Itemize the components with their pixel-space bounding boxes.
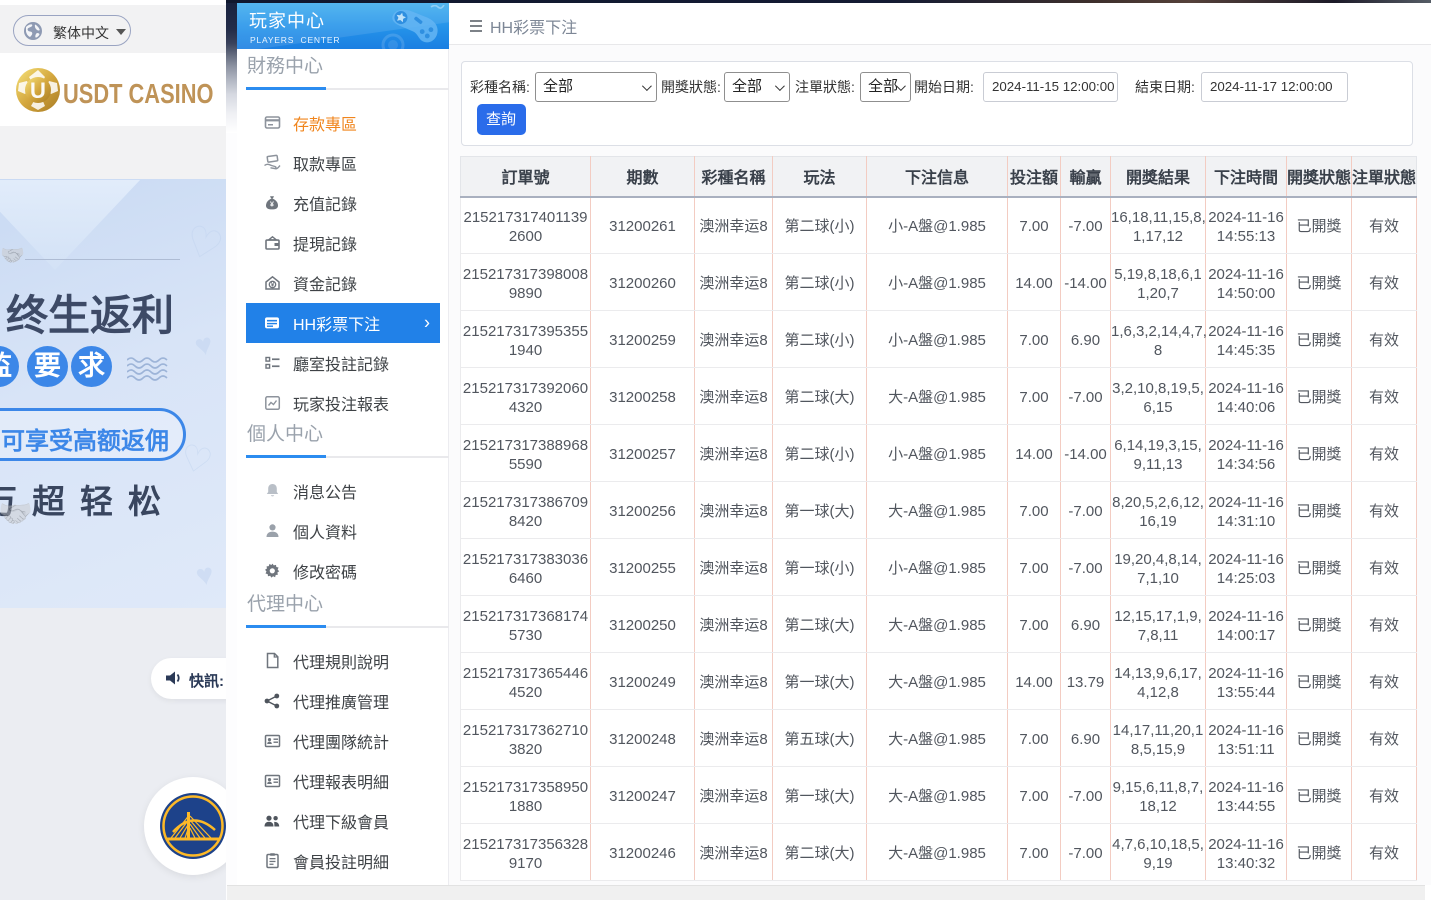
- svg-text:¥: ¥: [270, 281, 274, 288]
- svg-text:¥: ¥: [270, 202, 274, 209]
- svg-text:U: U: [30, 78, 46, 103]
